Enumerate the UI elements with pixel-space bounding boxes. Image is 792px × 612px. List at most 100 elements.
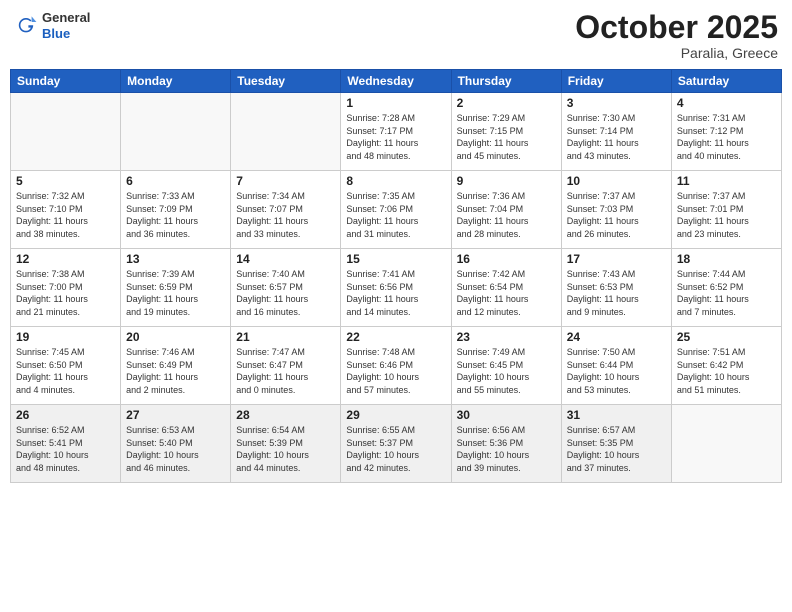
day-info: Sunrise: 7:46 AM Sunset: 6:49 PM Dayligh…: [126, 346, 225, 396]
day-number: 25: [677, 330, 776, 344]
day-info: Sunrise: 6:56 AM Sunset: 5:36 PM Dayligh…: [457, 424, 556, 474]
calendar-week-3: 19Sunrise: 7:45 AM Sunset: 6:50 PM Dayli…: [11, 327, 782, 405]
calendar-cell: 4 Sunrise: 7:31 AM Sunset: 7:12 PM Daylig…: [671, 93, 781, 171]
day-number: 1: [346, 96, 445, 110]
day-number: 3: [567, 96, 666, 110]
day-info: Sunrise: 7:34 AM Sunset: 7:07 PM Dayligh…: [236, 190, 335, 240]
day-info: Sunrise: 7:48 AM Sunset: 6:46 PM Dayligh…: [346, 346, 445, 396]
day-number: 22: [346, 330, 445, 344]
page: General Blue October 2025 Paralia, Greec…: [0, 0, 792, 612]
month-title: October 2025: [575, 10, 778, 45]
day-number: 23: [457, 330, 556, 344]
day-number: 6: [126, 174, 225, 188]
day-info: Sunrise: 7:50 AM Sunset: 6:44 PM Dayligh…: [567, 346, 666, 396]
day-info: Sunrise: 6:52 AM Sunset: 5:41 PM Dayligh…: [16, 424, 115, 474]
calendar-cell: 30 Sunrise: 6:56 AM Sunset: 5:36 PM Dayli…: [451, 405, 561, 483]
calendar-cell: 26 Sunrise: 6:52 AM Sunset: 5:41 PM Dayli…: [11, 405, 121, 483]
day-info: Sunrise: 6:53 AM Sunset: 5:40 PM Dayligh…: [126, 424, 225, 474]
day-info: Sunrise: 7:37 AM Sunset: 7:03 PM Dayligh…: [567, 190, 666, 240]
calendar-cell: 21Sunrise: 7:47 AM Sunset: 6:47 PM Dayli…: [231, 327, 341, 405]
calendar-cell: 16 Sunrise: 7:42 AM Sunset: 6:54 PM Dayli…: [451, 249, 561, 327]
calendar-cell: [11, 93, 121, 171]
calendar-cell: 24 Sunrise: 7:50 AM Sunset: 6:44 PM Dayli…: [561, 327, 671, 405]
day-number: 7: [236, 174, 335, 188]
day-header-monday: Monday: [121, 70, 231, 93]
logo-icon: [14, 14, 38, 38]
day-info: Sunrise: 7:30 AM Sunset: 7:14 PM Dayligh…: [567, 112, 666, 162]
calendar-cell: [231, 93, 341, 171]
calendar-cell: 6 Sunrise: 7:33 AM Sunset: 7:09 PM Daylig…: [121, 171, 231, 249]
day-header-wednesday: Wednesday: [341, 70, 451, 93]
day-info: Sunrise: 7:36 AM Sunset: 7:04 PM Dayligh…: [457, 190, 556, 240]
day-info: Sunrise: 6:54 AM Sunset: 5:39 PM Dayligh…: [236, 424, 335, 474]
day-number: 8: [346, 174, 445, 188]
logo-text: General Blue: [42, 10, 90, 41]
calendar-table: SundayMondayTuesdayWednesdayThursdayFrid…: [10, 69, 782, 483]
day-info: Sunrise: 7:42 AM Sunset: 6:54 PM Dayligh…: [457, 268, 556, 318]
day-number: 11: [677, 174, 776, 188]
day-number: 14: [236, 252, 335, 266]
day-number: 17: [567, 252, 666, 266]
day-number: 27: [126, 408, 225, 422]
day-info: Sunrise: 7:43 AM Sunset: 6:53 PM Dayligh…: [567, 268, 666, 318]
day-info: Sunrise: 7:28 AM Sunset: 7:17 PM Dayligh…: [346, 112, 445, 162]
day-header-friday: Friday: [561, 70, 671, 93]
calendar-cell: 8 Sunrise: 7:35 AM Sunset: 7:06 PM Daylig…: [341, 171, 451, 249]
calendar-cell: 12Sunrise: 7:38 AM Sunset: 7:00 PM Dayli…: [11, 249, 121, 327]
day-number: 2: [457, 96, 556, 110]
day-info: Sunrise: 7:31 AM Sunset: 7:12 PM Dayligh…: [677, 112, 776, 162]
logo-general: General: [42, 10, 90, 26]
calendar-cell: 11 Sunrise: 7:37 AM Sunset: 7:01 PM Dayli…: [671, 171, 781, 249]
calendar-cell: 3 Sunrise: 7:30 AM Sunset: 7:14 PM Daylig…: [561, 93, 671, 171]
day-number: 12: [16, 252, 115, 266]
day-info: Sunrise: 7:44 AM Sunset: 6:52 PM Dayligh…: [677, 268, 776, 318]
calendar-cell: 18 Sunrise: 7:44 AM Sunset: 6:52 PM Dayli…: [671, 249, 781, 327]
day-number: 29: [346, 408, 445, 422]
calendar-cell: 27 Sunrise: 6:53 AM Sunset: 5:40 PM Dayli…: [121, 405, 231, 483]
calendar-cell: 17 Sunrise: 7:43 AM Sunset: 6:53 PM Dayli…: [561, 249, 671, 327]
day-info: Sunrise: 7:51 AM Sunset: 6:42 PM Dayligh…: [677, 346, 776, 396]
day-info: Sunrise: 7:41 AM Sunset: 6:56 PM Dayligh…: [346, 268, 445, 318]
day-header-tuesday: Tuesday: [231, 70, 341, 93]
day-number: 21: [236, 330, 335, 344]
calendar-cell: [671, 405, 781, 483]
header: General Blue October 2025 Paralia, Greec…: [10, 10, 782, 61]
logo-blue: Blue: [42, 26, 90, 42]
day-info: Sunrise: 7:33 AM Sunset: 7:09 PM Dayligh…: [126, 190, 225, 240]
calendar-cell: 14 Sunrise: 7:40 AM Sunset: 6:57 PM Dayli…: [231, 249, 341, 327]
day-number: 19: [16, 330, 115, 344]
calendar-cell: 5 Sunrise: 7:32 AM Sunset: 7:10 PM Daylig…: [11, 171, 121, 249]
day-header-thursday: Thursday: [451, 70, 561, 93]
day-info: Sunrise: 7:35 AM Sunset: 7:06 PM Dayligh…: [346, 190, 445, 240]
calendar-cell: 20Sunrise: 7:46 AM Sunset: 6:49 PM Dayli…: [121, 327, 231, 405]
calendar-cell: 22 Sunrise: 7:48 AM Sunset: 6:46 PM Dayli…: [341, 327, 451, 405]
day-info: Sunrise: 7:32 AM Sunset: 7:10 PM Dayligh…: [16, 190, 115, 240]
day-info: Sunrise: 6:55 AM Sunset: 5:37 PM Dayligh…: [346, 424, 445, 474]
day-number: 13: [126, 252, 225, 266]
day-number: 16: [457, 252, 556, 266]
day-number: 28: [236, 408, 335, 422]
calendar-cell: 1 Sunrise: 7:28 AM Sunset: 7:17 PM Daylig…: [341, 93, 451, 171]
calendar-cell: 2Sunrise: 7:29 AM Sunset: 7:15 PM Daylig…: [451, 93, 561, 171]
calendar-week-2: 12Sunrise: 7:38 AM Sunset: 7:00 PM Dayli…: [11, 249, 782, 327]
day-number: 10: [567, 174, 666, 188]
day-number: 24: [567, 330, 666, 344]
calendar-week-1: 5 Sunrise: 7:32 AM Sunset: 7:10 PM Daylig…: [11, 171, 782, 249]
day-number: 5: [16, 174, 115, 188]
calendar-week-4: 26 Sunrise: 6:52 AM Sunset: 5:41 PM Dayli…: [11, 405, 782, 483]
day-info: Sunrise: 7:40 AM Sunset: 6:57 PM Dayligh…: [236, 268, 335, 318]
calendar-header-row: SundayMondayTuesdayWednesdayThursdayFrid…: [11, 70, 782, 93]
day-info: Sunrise: 7:37 AM Sunset: 7:01 PM Dayligh…: [677, 190, 776, 240]
calendar-cell: 29 Sunrise: 6:55 AM Sunset: 5:37 PM Dayli…: [341, 405, 451, 483]
day-number: 18: [677, 252, 776, 266]
calendar-week-0: 1 Sunrise: 7:28 AM Sunset: 7:17 PM Daylig…: [11, 93, 782, 171]
day-number: 4: [677, 96, 776, 110]
day-number: 30: [457, 408, 556, 422]
calendar-cell: 23Sunrise: 7:49 AM Sunset: 6:45 PM Dayli…: [451, 327, 561, 405]
title-block: October 2025 Paralia, Greece: [575, 10, 778, 61]
day-number: 15: [346, 252, 445, 266]
day-header-sunday: Sunday: [11, 70, 121, 93]
calendar-cell: 10 Sunrise: 7:37 AM Sunset: 7:03 PM Dayli…: [561, 171, 671, 249]
day-header-saturday: Saturday: [671, 70, 781, 93]
day-number: 26: [16, 408, 115, 422]
